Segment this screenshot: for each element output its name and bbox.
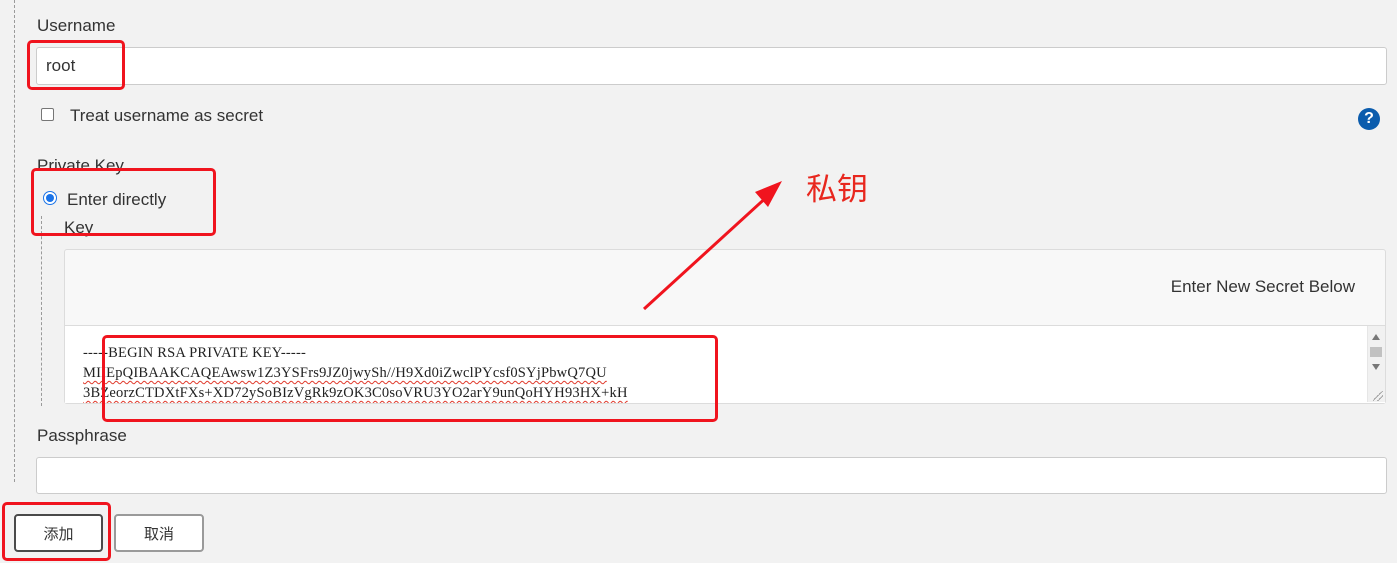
enter-directly-label[interactable]: Enter directly — [67, 190, 166, 210]
cancel-button[interactable]: 取消 — [114, 514, 204, 552]
annotation-arrow-icon — [642, 181, 782, 311]
passphrase-input[interactable] — [36, 457, 1387, 494]
key-line: 3BZeorzCTDXtFXs+XD72ySoBIzVgRk9zOK3C0soV… — [83, 385, 628, 402]
key-line: -----BEGIN RSA PRIVATE KEY----- — [83, 345, 306, 362]
private-key-label: Private Key — [37, 156, 124, 175]
treat-username-secret-label[interactable]: Treat username as secret — [70, 106, 263, 126]
key-line: MIIEpQIBAAKCAQEAwsw1Z3YSFrs9JZ0jwySh//H9… — [83, 365, 607, 382]
add-button[interactable]: 添加 — [14, 514, 103, 552]
treat-username-secret-checkbox[interactable] — [41, 108, 54, 121]
enter-directly-radio[interactable] — [43, 191, 57, 205]
arrow-shaft — [642, 192, 772, 311]
key-label: Key — [64, 218, 94, 237]
username-input[interactable] — [36, 47, 1387, 85]
form-indent-guide — [14, 0, 15, 482]
key-line-text: MIIEpQIBAAKCAQEAwsw1Z3YSFrs9JZ0jwySh//H9… — [83, 365, 607, 381]
key-line-text: 3BZeorzCTDXtFXs+XD72ySoBIzVgRk9zOK3C0soV… — [83, 385, 628, 401]
radio-selected-dot — [46, 194, 54, 202]
private-key-textarea[interactable]: -----BEGIN RSA PRIVATE KEY----- MIIEpQIB… — [65, 325, 1385, 403]
passphrase-label: Passphrase — [37, 426, 127, 445]
username-label: Username — [37, 16, 116, 35]
scroll-down-arrow-icon[interactable] — [1372, 364, 1380, 370]
question-circle-icon[interactable]: ? — [1358, 108, 1380, 130]
resize-grip-icon[interactable] — [1373, 391, 1383, 401]
annotation-label: 私钥 — [806, 172, 868, 208]
private-key-indent-guide — [41, 216, 42, 406]
scroll-thumb[interactable] — [1370, 347, 1382, 357]
help-glyph: ? — [1364, 110, 1374, 127]
secret-header-text: Enter New Secret Below — [1170, 277, 1355, 296]
scroll-up-arrow-icon[interactable] — [1372, 334, 1380, 340]
key-line-text: -----BEGIN RSA PRIVATE KEY----- — [83, 345, 307, 361]
